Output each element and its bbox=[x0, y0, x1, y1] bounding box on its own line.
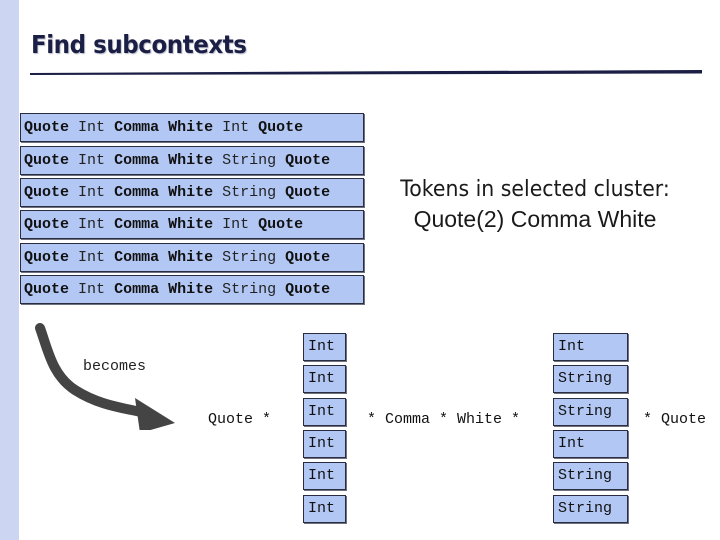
token: Int bbox=[78, 281, 106, 298]
token: Comma bbox=[114, 184, 160, 201]
token: Quote bbox=[285, 249, 331, 266]
token: String bbox=[222, 249, 277, 266]
token: White bbox=[168, 249, 214, 266]
variant-token-box: Int bbox=[303, 430, 346, 458]
token: Quote bbox=[285, 152, 331, 169]
token: Quote bbox=[258, 216, 304, 233]
token: Comma bbox=[114, 281, 160, 298]
token: Quote bbox=[24, 249, 70, 266]
variant-token-box: Int bbox=[553, 333, 628, 361]
pattern-suffix: * Quote bbox=[643, 411, 707, 428]
token: Int bbox=[78, 184, 106, 201]
variant-token-box: String bbox=[553, 365, 628, 393]
token-sequence-row: Quote Int Comma White String Quote bbox=[20, 275, 364, 304]
variant-token-box: String bbox=[553, 495, 628, 523]
cluster-info: Tokens in selected cluster: Quote(2) Com… bbox=[370, 176, 700, 234]
token: Int bbox=[78, 249, 106, 266]
pattern-middle: * Comma * White * bbox=[367, 411, 521, 428]
title-underline bbox=[30, 70, 702, 75]
token: Quote bbox=[285, 281, 331, 298]
token: Quote bbox=[24, 216, 70, 233]
variant-token-box: Int bbox=[303, 365, 346, 393]
token: White bbox=[168, 152, 214, 169]
token-sequence-row: Quote Int Comma White String Quote bbox=[20, 146, 364, 175]
token-sequence-row: Quote Int Comma White Int Quote bbox=[20, 210, 364, 239]
token: Int bbox=[222, 119, 250, 136]
token: White bbox=[168, 184, 214, 201]
variant-token-box: Int bbox=[303, 333, 346, 361]
variant-token-box: String bbox=[553, 462, 628, 490]
token: Quote bbox=[24, 184, 70, 201]
curved-arrow-icon bbox=[35, 323, 175, 430]
token: String bbox=[222, 281, 277, 298]
token: Quote bbox=[258, 119, 304, 136]
token: Quote bbox=[24, 152, 70, 169]
token-sequence-row: Quote Int Comma White Int Quote bbox=[20, 113, 364, 142]
pattern-prefix: Quote * bbox=[208, 411, 272, 428]
token: Quote bbox=[285, 184, 331, 201]
variant-token-box: Int bbox=[303, 495, 346, 523]
token: Comma bbox=[114, 249, 160, 266]
slide-sidebar-accent bbox=[0, 0, 19, 540]
token-sequence-row: Quote Int Comma White String Quote bbox=[20, 243, 364, 272]
token: Int bbox=[78, 152, 106, 169]
variant-token-box: String bbox=[553, 398, 628, 426]
variant-token-box: Int bbox=[553, 430, 628, 458]
token: Int bbox=[222, 216, 250, 233]
variant-token-box: Int bbox=[303, 398, 346, 426]
token: String bbox=[222, 184, 277, 201]
token: White bbox=[168, 119, 214, 136]
cluster-info-tokens: Quote(2) Comma White bbox=[413, 206, 657, 232]
token: Comma bbox=[114, 152, 160, 169]
token: Comma bbox=[114, 119, 160, 136]
token: Quote bbox=[24, 119, 70, 136]
token: Int bbox=[78, 119, 106, 136]
token: Int bbox=[78, 216, 106, 233]
variant-token-box: Int bbox=[303, 462, 346, 490]
token: Quote bbox=[24, 281, 70, 298]
token: Comma bbox=[114, 216, 160, 233]
token: White bbox=[168, 216, 214, 233]
becomes-label: becomes bbox=[83, 358, 147, 375]
cluster-info-title: Tokens in selected cluster: bbox=[400, 177, 670, 202]
token-sequence-row: Quote Int Comma White String Quote bbox=[20, 178, 364, 207]
token: String bbox=[222, 152, 277, 169]
slide-title: Find subcontexts bbox=[31, 30, 247, 59]
token: White bbox=[168, 281, 214, 298]
